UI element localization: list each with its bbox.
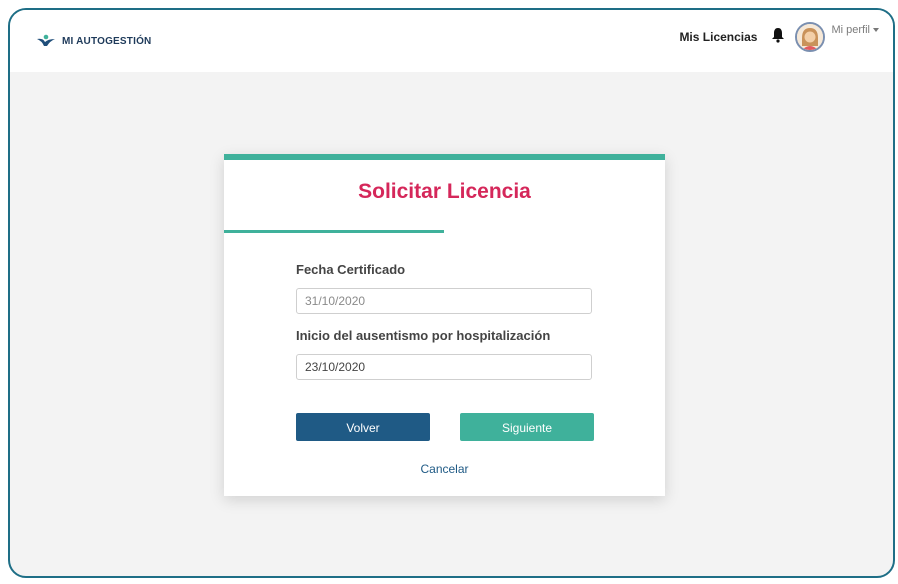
profile-label: Mi perfil bbox=[831, 24, 870, 36]
certificate-date-field[interactable]: 31/10/2020 bbox=[296, 288, 592, 314]
license-request-card: Solicitar Licencia Fecha Certificado 31/… bbox=[224, 154, 665, 496]
page-title: Solicitar Licencia bbox=[358, 180, 531, 203]
profile-menu[interactable]: Mi perfil bbox=[831, 24, 879, 36]
nav-link-mis-licencias[interactable]: Mis Licencias bbox=[679, 30, 757, 44]
logo-icon bbox=[36, 34, 56, 48]
back-button[interactable]: Volver bbox=[296, 413, 430, 441]
hospitalization-start-label: Inicio del ausentismo por hospitalizació… bbox=[296, 328, 551, 343]
logo-text: MI AUTOGESTIÓN bbox=[62, 35, 152, 47]
cancel-link[interactable]: Cancelar bbox=[224, 462, 665, 476]
avatar[interactable] bbox=[795, 22, 826, 52]
caret-down-icon bbox=[873, 28, 879, 33]
hospitalization-start-field[interactable]: 23/10/2020 bbox=[296, 354, 592, 380]
app-window: MI AUTOGESTIÓN Mis Licencias Mi perfil S… bbox=[8, 8, 895, 578]
navbar-right: Mis Licencias Mi perfil bbox=[679, 22, 879, 52]
certificate-date-label: Fecha Certificado bbox=[296, 262, 406, 277]
bell-icon[interactable] bbox=[771, 27, 785, 48]
next-button[interactable]: Siguiente bbox=[460, 413, 594, 441]
brand-logo[interactable]: MI AUTOGESTIÓN bbox=[36, 34, 151, 48]
top-navbar: MI AUTOGESTIÓN Mis Licencias Mi perfil bbox=[10, 10, 893, 72]
title-divider bbox=[224, 230, 444, 233]
